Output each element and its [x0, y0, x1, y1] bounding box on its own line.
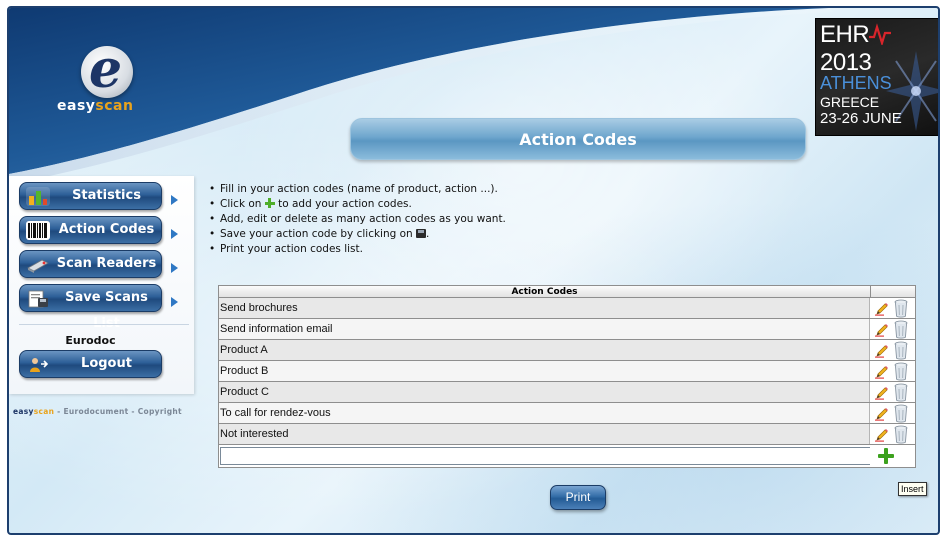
page-title: Action Codes — [350, 118, 806, 160]
edit-pencil-icon[interactable] — [875, 365, 889, 379]
copyright-text: - Eurodocument - Copyright — [54, 407, 182, 416]
edit-pencil-icon[interactable] — [875, 302, 889, 316]
row-actions — [870, 319, 915, 339]
logo-text-easy: easy — [57, 98, 96, 114]
ehra-2013-banner[interactable]: EHR2013 ATHENS GREECE 23-26 JUNE — [815, 18, 938, 136]
edit-pencil-icon[interactable] — [875, 407, 889, 421]
row-actions — [870, 361, 915, 381]
instruction-item: Save your action code by clicking on . — [206, 227, 506, 242]
sidebar-item-statistics[interactable]: Statistics — [19, 182, 162, 210]
action-code-cell: Send information email — [219, 319, 870, 339]
easyscan-logo: e easyscan — [49, 40, 159, 126]
sidebar: Statistics Action Codes Scan Readers Sav… — [9, 176, 194, 394]
sidebar-item-scan-readers[interactable]: Scan Readers — [19, 250, 162, 278]
delete-trash-icon[interactable] — [894, 299, 908, 318]
table-row: Not interested — [219, 424, 915, 445]
table-row: Send brochures — [219, 298, 915, 319]
logo-text-scan: scan — [95, 98, 134, 114]
print-button[interactable]: Print — [550, 485, 606, 510]
bar-chart-icon — [26, 187, 50, 206]
barcode-icon — [26, 221, 50, 240]
row-actions — [870, 403, 915, 423]
sidebar-item-action-codes[interactable]: Action Codes — [19, 216, 162, 244]
row-actions — [870, 340, 915, 360]
sidebar-item-save-scans-list[interactable]: Save Scans List — [19, 284, 162, 331]
copyright-easy: easy — [13, 407, 34, 416]
save-list-icon — [28, 290, 48, 308]
new-action-code-row — [219, 445, 915, 468]
row-actions — [870, 445, 915, 467]
delete-trash-icon[interactable] — [894, 383, 908, 402]
action-code-cell: Not interested — [219, 424, 870, 444]
instruction-item: Add, edit or delete as many action codes… — [206, 212, 506, 227]
plus-icon — [264, 198, 275, 208]
instructions-list: Fill in your action codes (name of produ… — [206, 182, 506, 257]
ad-title-year: 2013 — [820, 49, 872, 76]
table-header: Action Codes — [218, 285, 916, 298]
add-plus-icon[interactable] — [878, 448, 894, 464]
sidebar-arrow-icon — [171, 229, 178, 239]
row-actions — [870, 298, 915, 318]
ad-title: EHR2013 — [820, 21, 938, 77]
table-row: Send information email — [219, 319, 915, 340]
table-row: Product A — [219, 340, 915, 361]
instruction-text: Save your action code by clicking on — [220, 228, 417, 240]
ad-country: GREECE — [820, 94, 880, 110]
scanner-icon — [27, 259, 49, 273]
sidebar-arrow-icon — [171, 297, 178, 307]
instruction-text: Click on — [220, 198, 265, 210]
delete-trash-icon[interactable] — [894, 404, 908, 423]
copyright-scan: scan — [33, 407, 55, 416]
insert-tooltip: Insert — [898, 482, 927, 496]
logout-label: Logout — [81, 356, 132, 371]
action-code-cell: Product B — [219, 361, 870, 381]
action-code-cell: Product C — [219, 382, 870, 402]
instruction-item: Fill in your action codes (name of produ… — [206, 182, 506, 197]
row-actions — [870, 382, 915, 402]
heartbeat-icon — [869, 23, 892, 47]
user-name: Eurodoc — [65, 334, 116, 347]
sidebar-item-label: Action Codes — [58, 222, 155, 237]
sidebar-divider — [19, 324, 189, 325]
sidebar-item-label: Scan Readers — [56, 256, 157, 271]
app-frame: e easyscan EHR2013 ATHENS GREECE 23-26 J… — [7, 6, 940, 535]
delete-trash-icon[interactable] — [894, 341, 908, 360]
logo-text: easyscan — [57, 98, 133, 114]
sidebar-item-label: Statistics — [72, 188, 141, 203]
logout-icon — [30, 358, 49, 372]
save-icon — [416, 229, 427, 238]
delete-trash-icon[interactable] — [894, 320, 908, 339]
sidebar-item-label: Save Scans List — [65, 290, 148, 331]
sidebar-arrow-icon — [171, 263, 178, 273]
instruction-item: Click on to add your action codes. — [206, 197, 506, 212]
delete-trash-icon[interactable] — [894, 362, 908, 381]
edit-pencil-icon[interactable] — [875, 386, 889, 400]
edit-pencil-icon[interactable] — [875, 344, 889, 358]
logout-button[interactable]: Logout — [19, 350, 162, 378]
ad-title-ehr: EHR — [820, 21, 870, 48]
edit-pencil-icon[interactable] — [875, 428, 889, 442]
new-action-code-input[interactable] — [220, 447, 886, 465]
ad-dates: 23-26 JUNE — [820, 110, 902, 127]
sidebar-arrow-icon — [171, 195, 178, 205]
instruction-text: . — [426, 228, 430, 240]
instruction-text: to add your action codes. — [274, 198, 412, 210]
action-code-cell: Product A — [219, 340, 870, 360]
footer-copyright: easyscan - Eurodocument - Copyright — [13, 407, 182, 416]
action-code-cell: Send brochures — [219, 298, 870, 318]
table-row: To call for rendez-vous — [219, 403, 915, 424]
table-row: Product B — [219, 361, 915, 382]
logo-letter: e — [89, 39, 123, 100]
row-actions — [870, 424, 915, 444]
column-header-action-codes: Action Codes — [511, 287, 578, 297]
column-header-actions — [870, 286, 915, 297]
action-codes-table: Send brochures Send information email Pr… — [218, 298, 916, 468]
edit-pencil-icon[interactable] — [875, 323, 889, 337]
delete-trash-icon[interactable] — [894, 425, 908, 444]
instruction-item: Print your action codes list. — [206, 242, 506, 257]
table-row: Product C — [219, 382, 915, 403]
ad-city: ATHENS — [820, 73, 892, 93]
action-code-cell: To call for rendez-vous — [219, 403, 870, 423]
